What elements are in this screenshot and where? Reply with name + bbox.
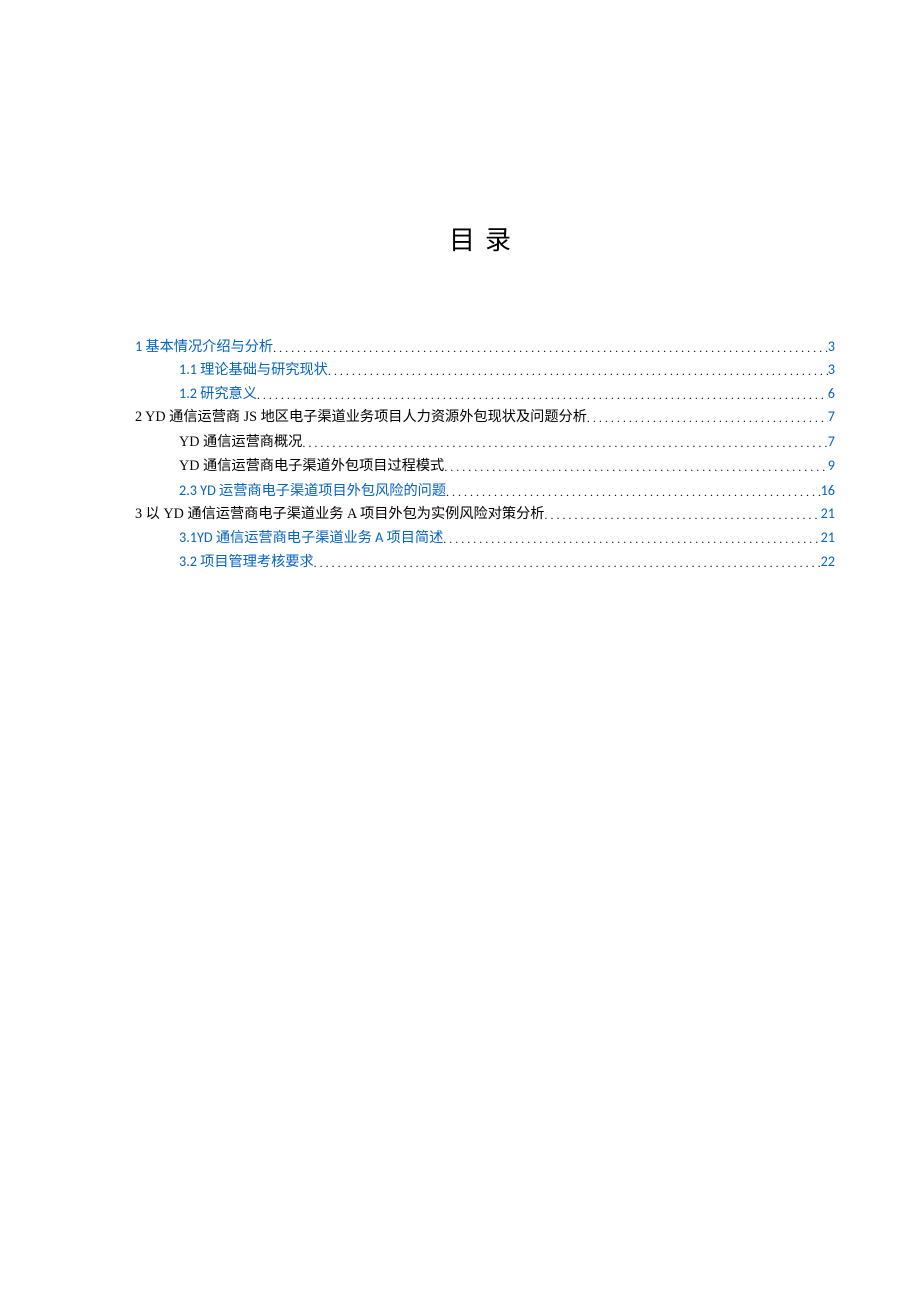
toc-entry: YD 通信运营商概况 7	[179, 430, 835, 454]
toc-entry-label[interactable]: 3.2 项目管理考核要求	[179, 550, 314, 573]
toc-leader-dots	[544, 506, 820, 526]
toc-entry-page: 7	[828, 405, 835, 428]
toc-leader-dots	[446, 483, 821, 502]
toc-entry-label[interactable]: 1.2 研究意义	[179, 382, 257, 405]
toc-list: 1 基本情况介绍与分析31.1 理论基础与研究现状31.2 研究意义62 YD …	[135, 335, 835, 573]
toc-entry-label[interactable]: 1.1 理论基础与研究现状	[179, 358, 328, 381]
toc-entry-label[interactable]: 3.1YD 通信运营商电子渠道业务 A 项目简述	[179, 526, 443, 549]
toc-leader-dots	[443, 530, 820, 549]
toc-leader-dots	[257, 386, 828, 405]
toc-entry-page[interactable]: 3	[828, 335, 835, 358]
toc-entry: YD 通信运营商电子渠道外包项目过程模式 9	[179, 454, 835, 478]
toc-entry: 3 以 YD 通信运营商电子渠道业务 A 项目外包为实例风险对策分析 21	[135, 502, 835, 526]
toc-entry-page[interactable]: 22	[821, 550, 835, 573]
toc-entry-label: 3 以 YD 通信运营商电子渠道业务 A 项目外包为实例风险对策分析	[135, 503, 544, 526]
toc-entry-label: YD 通信运营商概况	[179, 431, 302, 454]
toc-leader-dots	[444, 458, 828, 478]
toc-title: 目录	[135, 220, 835, 257]
toc-entry-page: 21	[821, 502, 835, 525]
toc-entry-page[interactable]: 3	[828, 358, 835, 381]
toc-entry[interactable]: 1 基本情况介绍与分析 3	[135, 335, 835, 358]
toc-entry[interactable]: 3.1YD 通信运营商电子渠道业务 A 项目简述 21	[179, 526, 835, 549]
toc-entry[interactable]: 1.2 研究意义 6	[179, 382, 835, 405]
toc-entry-label: YD 通信运营商电子渠道外包项目过程模式	[179, 455, 444, 478]
toc-leader-dots	[328, 362, 828, 381]
toc-entry-page[interactable]: 21	[821, 526, 835, 549]
toc-entry[interactable]: 2.3 YD 运营商电子渠道项目外包风险的问题 16	[179, 479, 835, 502]
toc-entry-page[interactable]: 16	[821, 479, 835, 502]
toc-entry-label[interactable]: 2.3 YD 运营商电子渠道项目外包风险的问题	[179, 479, 446, 502]
toc-entry-page: 9	[828, 454, 835, 477]
toc-entry-label[interactable]: 1 基本情况介绍与分析	[135, 335, 273, 358]
toc-entry-page: 7	[828, 430, 835, 453]
toc-entry-page[interactable]: 6	[828, 382, 835, 405]
toc-leader-dots	[587, 409, 828, 429]
toc-entry[interactable]: 3.2 项目管理考核要求 22	[179, 550, 835, 573]
toc-leader-dots	[314, 554, 821, 573]
toc-entry[interactable]: 1.1 理论基础与研究现状 3	[179, 358, 835, 381]
toc-entry-label: 2 YD 通信运营商 JS 地区电子渠道业务项目人力资源外包现状及问题分析	[135, 406, 587, 429]
toc-entry: 2 YD 通信运营商 JS 地区电子渠道业务项目人力资源外包现状及问题分析 7	[135, 405, 835, 429]
toc-leader-dots	[273, 339, 828, 358]
toc-leader-dots	[302, 434, 827, 454]
